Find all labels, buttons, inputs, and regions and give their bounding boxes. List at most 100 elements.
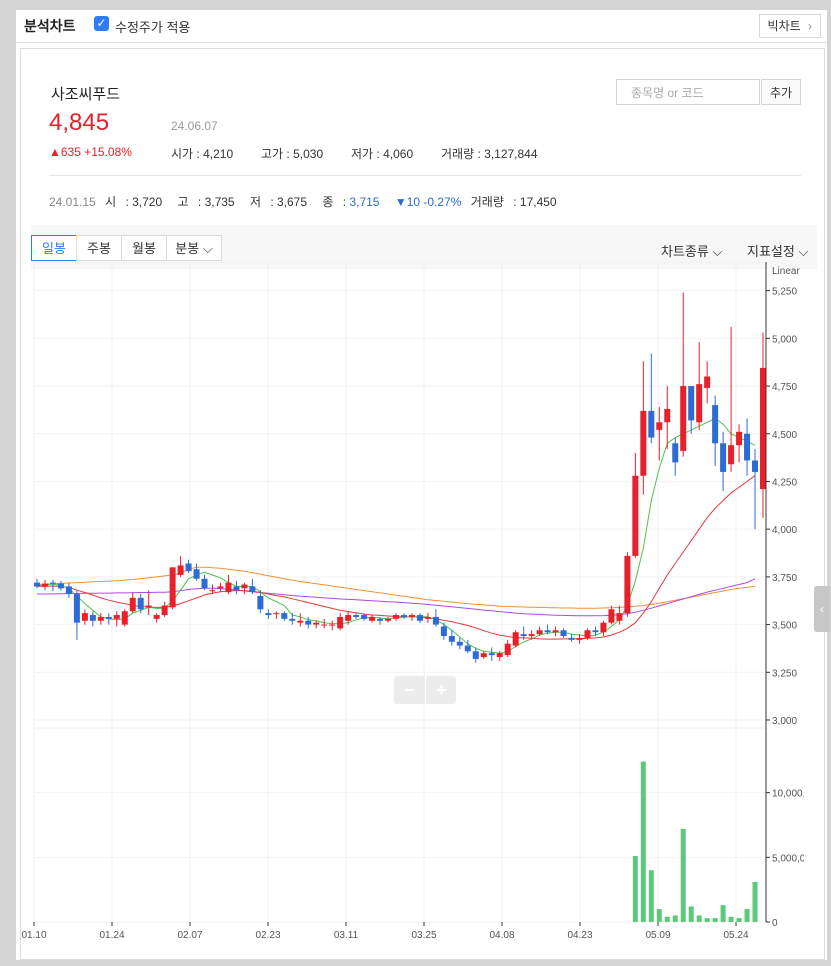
high-value: 5,030 bbox=[293, 147, 324, 161]
candle-body bbox=[616, 613, 623, 621]
candle-body bbox=[57, 583, 64, 589]
open-price: 시가 : 4,210 bbox=[171, 147, 234, 161]
candle-body bbox=[273, 613, 280, 615]
adjusted-price-label[interactable]: 수정주가 적용 bbox=[115, 17, 190, 36]
date-tick-label: 02.23 bbox=[255, 930, 280, 941]
big-chart-button[interactable]: 빅차트 › bbox=[758, 14, 821, 38]
candle-body bbox=[464, 645, 471, 652]
candle-body bbox=[97, 616, 104, 621]
candle-body bbox=[377, 618, 384, 621]
candle-body bbox=[688, 386, 695, 421]
candle-body bbox=[536, 630, 543, 635]
hover-close: 종 : 3,715 bbox=[322, 195, 380, 209]
price-tick-label: 4,500 bbox=[772, 430, 797, 441]
candle-body bbox=[728, 445, 735, 465]
low-price: 저가 : 4,060 bbox=[351, 147, 414, 161]
candle-body bbox=[49, 582, 56, 584]
zoom-in-button[interactable]: + bbox=[425, 676, 457, 704]
candle-body bbox=[241, 584, 248, 589]
candle-body bbox=[169, 567, 176, 608]
hover-change: ▼10 -0.27% bbox=[394, 195, 462, 209]
candle-body bbox=[592, 630, 599, 633]
volume-bar bbox=[656, 909, 662, 922]
zoom-out-button[interactable]: − bbox=[394, 676, 425, 704]
candle-body bbox=[432, 616, 439, 625]
volume-label: 거래량 bbox=[441, 147, 475, 161]
candle-body bbox=[145, 605, 152, 608]
candle-body bbox=[760, 367, 766, 490]
candle-body bbox=[448, 636, 455, 642]
tab-minute[interactable]: 분봉 ⌵ bbox=[166, 235, 222, 261]
candle-body bbox=[321, 624, 328, 626]
scale-label: Linear bbox=[772, 266, 800, 277]
candle-body bbox=[265, 613, 272, 616]
stock-name: 사조씨푸드 bbox=[51, 86, 121, 103]
volume-bar bbox=[712, 918, 718, 922]
candle-body bbox=[480, 653, 487, 658]
hover-date: 24.01.15 bbox=[49, 195, 96, 209]
candle-body bbox=[233, 586, 240, 591]
indicator-settings-dropdown[interactable]: 지표설정 ⌵ bbox=[747, 241, 808, 260]
volume-tick-label: 10,000,000 bbox=[772, 789, 804, 800]
open-value: 4,210 bbox=[203, 147, 234, 161]
price-tick-label: 4,000 bbox=[772, 525, 797, 536]
candle-body bbox=[424, 616, 431, 619]
candle-body bbox=[696, 384, 703, 423]
candle-body bbox=[712, 405, 719, 444]
candle-body bbox=[249, 586, 256, 593]
candle-body bbox=[217, 586, 224, 589]
low-value: 4,060 bbox=[383, 147, 414, 161]
volume-bar bbox=[640, 761, 646, 922]
candle-body bbox=[393, 615, 400, 619]
volume-bar bbox=[728, 916, 734, 922]
adjusted-price-checkbox[interactable]: ✓ bbox=[94, 16, 109, 31]
volume-bar bbox=[664, 916, 670, 922]
candle-body bbox=[345, 615, 352, 621]
candle-body bbox=[209, 590, 216, 592]
candle-body bbox=[488, 653, 495, 656]
date-tick-label: 05.24 bbox=[723, 930, 748, 941]
chevron-down-icon: ⌵ bbox=[794, 244, 809, 259]
chevron-down-icon: ⌵ bbox=[708, 244, 723, 259]
volume-bar bbox=[744, 909, 750, 922]
candle-body bbox=[385, 618, 392, 621]
tab-daily[interactable]: 일봉 bbox=[31, 235, 77, 261]
date-tick-label: 05.09 bbox=[645, 930, 670, 941]
side-panel-toggle[interactable]: ‹ bbox=[814, 586, 830, 632]
candle-body bbox=[257, 595, 264, 610]
tab-monthly[interactable]: 월봉 bbox=[121, 235, 167, 261]
chart-type-dropdown[interactable]: 차트종류 ⌵ bbox=[661, 241, 722, 260]
tab-weekly[interactable]: 주봉 bbox=[76, 235, 122, 261]
price-pane-frame bbox=[33, 262, 767, 721]
current-price: 4,845 bbox=[49, 109, 110, 136]
candle-body bbox=[161, 605, 168, 616]
big-chart-label: 빅차트 bbox=[767, 19, 801, 33]
candle-body bbox=[193, 569, 200, 579]
candle-body bbox=[568, 637, 575, 640]
candle-body bbox=[672, 443, 679, 463]
price-chart[interactable]: Linear 5,250 5,000 4,750 4,500 4,250 4,000 3,75… bbox=[14, 262, 804, 962]
stock-search-input[interactable]: 종목명 or 코드 bbox=[616, 79, 760, 105]
chevron-right-icon: › bbox=[808, 19, 812, 33]
candle-body bbox=[704, 376, 711, 388]
candle-body bbox=[632, 475, 639, 556]
candle-body bbox=[744, 433, 751, 461]
volume-bar bbox=[688, 906, 694, 922]
price-tick-label: 3,000 bbox=[772, 716, 797, 727]
volume-tick-label: 0 bbox=[772, 918, 778, 929]
volume-bars bbox=[632, 761, 758, 922]
price-change: ▲635 +15.08% bbox=[49, 145, 132, 159]
candle-body bbox=[640, 410, 647, 476]
candle-body bbox=[361, 615, 368, 619]
date-tick-label: 03.25 bbox=[411, 930, 436, 941]
hover-info-row: 24.01.15 시 : 3,720 고 : 3,735 저 : 3,675 종… bbox=[49, 193, 569, 210]
chevron-down-icon: ⌵ bbox=[199, 241, 213, 256]
price-tick-label: 5,250 bbox=[772, 287, 797, 298]
add-stock-button[interactable]: 추가 bbox=[761, 79, 801, 105]
volume-bar bbox=[632, 856, 638, 922]
candle-body bbox=[624, 555, 631, 614]
divider bbox=[49, 175, 801, 176]
candle-body bbox=[600, 622, 607, 633]
candle-body bbox=[281, 613, 288, 619]
candle-body bbox=[105, 616, 112, 619]
